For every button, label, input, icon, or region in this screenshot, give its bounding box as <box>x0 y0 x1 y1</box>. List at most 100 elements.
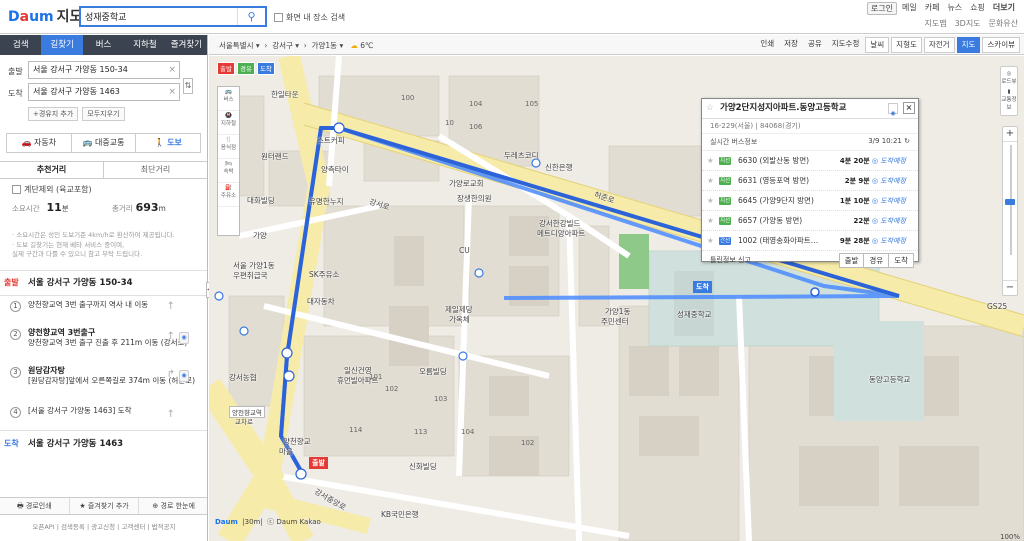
clear-icon[interactable]: × <box>168 62 176 78</box>
map-label[interactable]: GS25 <box>987 302 1007 311</box>
start-pin-button[interactable]: 출발 <box>217 62 235 75</box>
map-canvas[interactable]: 한일타운 원터랜드 스트커피 양측타이 유명한누지 대화빌딩 가양 서울 가양1… <box>209 56 1024 541</box>
more-link[interactable]: 더보기 <box>990 2 1018 15</box>
dest-pin-button[interactable]: 도착 <box>256 62 275 75</box>
edit-map-button[interactable]: 지도수정 <box>828 37 864 53</box>
map-label[interactable]: 메트디앙아파트 <box>537 228 585 239</box>
map-label[interactable]: 장생한의원 <box>457 193 492 204</box>
tab-shortest[interactable]: 최단거리 <box>104 162 207 178</box>
waypoint-pin-button[interactable]: 경유 <box>236 62 255 75</box>
3d-map-link[interactable]: 3D지도 <box>955 18 981 29</box>
tab-subway[interactable]: 지하철 <box>124 35 165 55</box>
search-button[interactable]: ⚲ <box>237 8 265 25</box>
map-label[interactable]: 가양 <box>253 230 267 241</box>
map-label[interactable]: 두레츠코디 <box>504 150 539 161</box>
zoom-slider-handle[interactable] <box>1005 199 1015 205</box>
map-label[interactable]: 한일타운 <box>271 89 299 100</box>
reset-button[interactable]: 모두지우기 <box>82 107 125 121</box>
roadview-icon[interactable]: ◉ <box>888 103 898 117</box>
terrain-layer-button[interactable]: 지형도 <box>891 37 922 53</box>
print-route-button[interactable]: 🖶 경로인쇄 <box>0 498 70 514</box>
subway-category-icon[interactable]: 🚇 지하철 <box>218 111 239 135</box>
map-label[interactable]: 가양로교회 <box>449 178 484 189</box>
search-input[interactable] <box>81 8 231 25</box>
cafe-link[interactable]: 카페 <box>922 2 943 15</box>
heritage-link[interactable]: 문화유산 <box>989 18 1018 29</box>
stairs-checkbox[interactable] <box>12 185 21 194</box>
refresh-icon[interactable]: ↻ <box>904 137 910 145</box>
map-label[interactable]: 주민센터 <box>601 316 629 327</box>
map-label[interactable]: 대자동차 <box>307 296 335 307</box>
bus-row[interactable]: ★ 지선 6630 (외발산동 방면) 4분 20분 ◎ 도착예정 <box>702 151 918 171</box>
share-button[interactable]: 공유 <box>804 37 826 53</box>
bus-category-icon[interactable]: 🚌 버스 <box>218 87 239 111</box>
in-screen-checkbox[interactable] <box>274 13 283 22</box>
dest-step[interactable]: 도착 서울 강서구 가양동 1463 <box>0 431 207 455</box>
bus-row[interactable]: ★ 지선 6645 (가양9단지 방면) 1분 10분 ◎ 도착예정 <box>702 191 918 211</box>
map-type-button[interactable]: 지도 <box>956 37 981 53</box>
star-icon[interactable]: ☆ <box>706 99 714 118</box>
start-input[interactable]: 서울 강서구 가양동 150-34 × <box>28 61 180 79</box>
map-label[interactable]: KB국민은행 <box>381 509 419 520</box>
map-label[interactable]: SK주유소 <box>309 269 339 280</box>
route-step-4[interactable]: 4 [서울 강서구 가양동 1463] 도착 ↑ <box>0 404 207 426</box>
traffic-tool[interactable]: ▮ 교통정보 <box>1001 85 1017 111</box>
map-label[interactable]: 교차로 <box>235 416 253 426</box>
route-step-3[interactable]: 3 원당감자탕 [원당감자탕]앞에서 오른쪽길로 374m 이동 (허준로) ↱… <box>0 364 207 404</box>
clear-icon[interactable]: × <box>168 84 176 100</box>
map-label[interactable]: 가옥체 <box>449 314 470 325</box>
tab-directions[interactable]: 길찾기 <box>41 35 83 55</box>
map-label[interactable]: 원터랜드 <box>261 151 289 162</box>
map-label[interactable]: 신화빌딩 <box>409 461 437 472</box>
stairs-option[interactable]: 계단제외 (육교포함) <box>12 184 207 195</box>
mode-car[interactable]: 🚗 자동차 <box>7 134 72 152</box>
roadview-icon[interactable]: ◉ <box>179 331 189 344</box>
roadview-icon[interactable]: ◉ <box>179 369 189 382</box>
map-label[interactable]: 대화빌딩 <box>247 195 275 206</box>
mode-walk[interactable]: 🚶 도보 <box>136 134 200 152</box>
zoom-out-button[interactable]: − <box>1003 280 1017 295</box>
bicycle-layer-button[interactable]: 자전거 <box>923 37 955 53</box>
map-label[interactable]: CU <box>459 246 470 255</box>
close-icon[interactable]: × <box>903 102 915 114</box>
map-label[interactable]: 마을 <box>279 446 293 457</box>
map-label[interactable]: 성재중학교 <box>677 309 712 320</box>
map-label[interactable]: 유명한누지 <box>309 196 344 207</box>
report-link[interactable]: 틀린정보 신고 <box>710 256 751 264</box>
map-label[interactable]: 신한은행 <box>545 162 573 173</box>
bus-row[interactable]: ★ 간선 1002 (태영송화아파트… 9분 28분 ◎ 도착예정 <box>702 231 918 251</box>
print-button[interactable]: 인쇄 <box>756 37 778 53</box>
set-start-button[interactable]: 출발 <box>839 254 865 267</box>
skyview-button[interactable]: 스카이뷰 <box>982 37 1020 53</box>
news-link[interactable]: 뉴스 <box>944 2 965 15</box>
zoom-in-button[interactable]: + <box>1003 127 1017 142</box>
bus-row[interactable]: ★ 지선 6631 (영등포역 방면) 2분 9분 ◎ 도착예정 <box>702 171 918 191</box>
tab-bus[interactable]: 버스 <box>83 35 124 55</box>
mail-link[interactable]: 메일 <box>899 2 920 15</box>
route-step-2[interactable]: 2 양천향교역 3번출구 양천향교역 3번 출구 진출 후 211m 이동 (강… <box>0 326 207 364</box>
roadview-tool[interactable]: ◎ 로드뷰 <box>1001 67 1017 85</box>
dest-input[interactable]: 서울 강서구 가양동 1463 × <box>28 83 180 101</box>
in-screen-search[interactable]: 화면 내 장소 검색 <box>274 12 345 23</box>
start-step[interactable]: 출발 서울 강서구 가양동 150-34 <box>0 271 207 293</box>
map-label[interactable]: 동양고등학교 <box>869 374 910 385</box>
start-marker[interactable]: 출발 <box>309 457 328 469</box>
map-label[interactable]: 강서농협 <box>229 372 257 383</box>
weather-layer-button[interactable]: 날씨 <box>865 37 890 53</box>
login-link[interactable]: 로그인 <box>866 2 897 15</box>
daum-logo[interactable]: Daum 지도 <box>8 6 82 26</box>
map-label[interactable]: 오름빌딩 <box>419 366 447 377</box>
add-waypoint-button[interactable]: +경유지 추가 <box>28 107 79 121</box>
bus-row[interactable]: ★ 지선 6657 (가양동 방면) 22분 ◎ 도착예정 <box>702 211 918 231</box>
mode-transit[interactable]: 🚌 대중교통 <box>72 134 137 152</box>
shopping-link[interactable]: 쇼핑 <box>967 2 988 15</box>
map-link[interactable]: 지도맵 <box>924 18 946 29</box>
map-label[interactable]: 스트커피 <box>317 135 345 146</box>
map-label[interactable]: 양측타이 <box>321 164 349 175</box>
tab-search[interactable]: 검색 <box>0 35 41 55</box>
hotel-category-icon[interactable]: 🛏 숙박 <box>218 159 239 183</box>
set-waypoint-button[interactable]: 경유 <box>864 254 890 267</box>
gas-category-icon[interactable]: ⛽ 주유소 <box>218 183 239 207</box>
tab-favorites[interactable]: 즐겨찾기 <box>166 35 207 55</box>
set-dest-button[interactable]: 도착 <box>889 254 913 267</box>
